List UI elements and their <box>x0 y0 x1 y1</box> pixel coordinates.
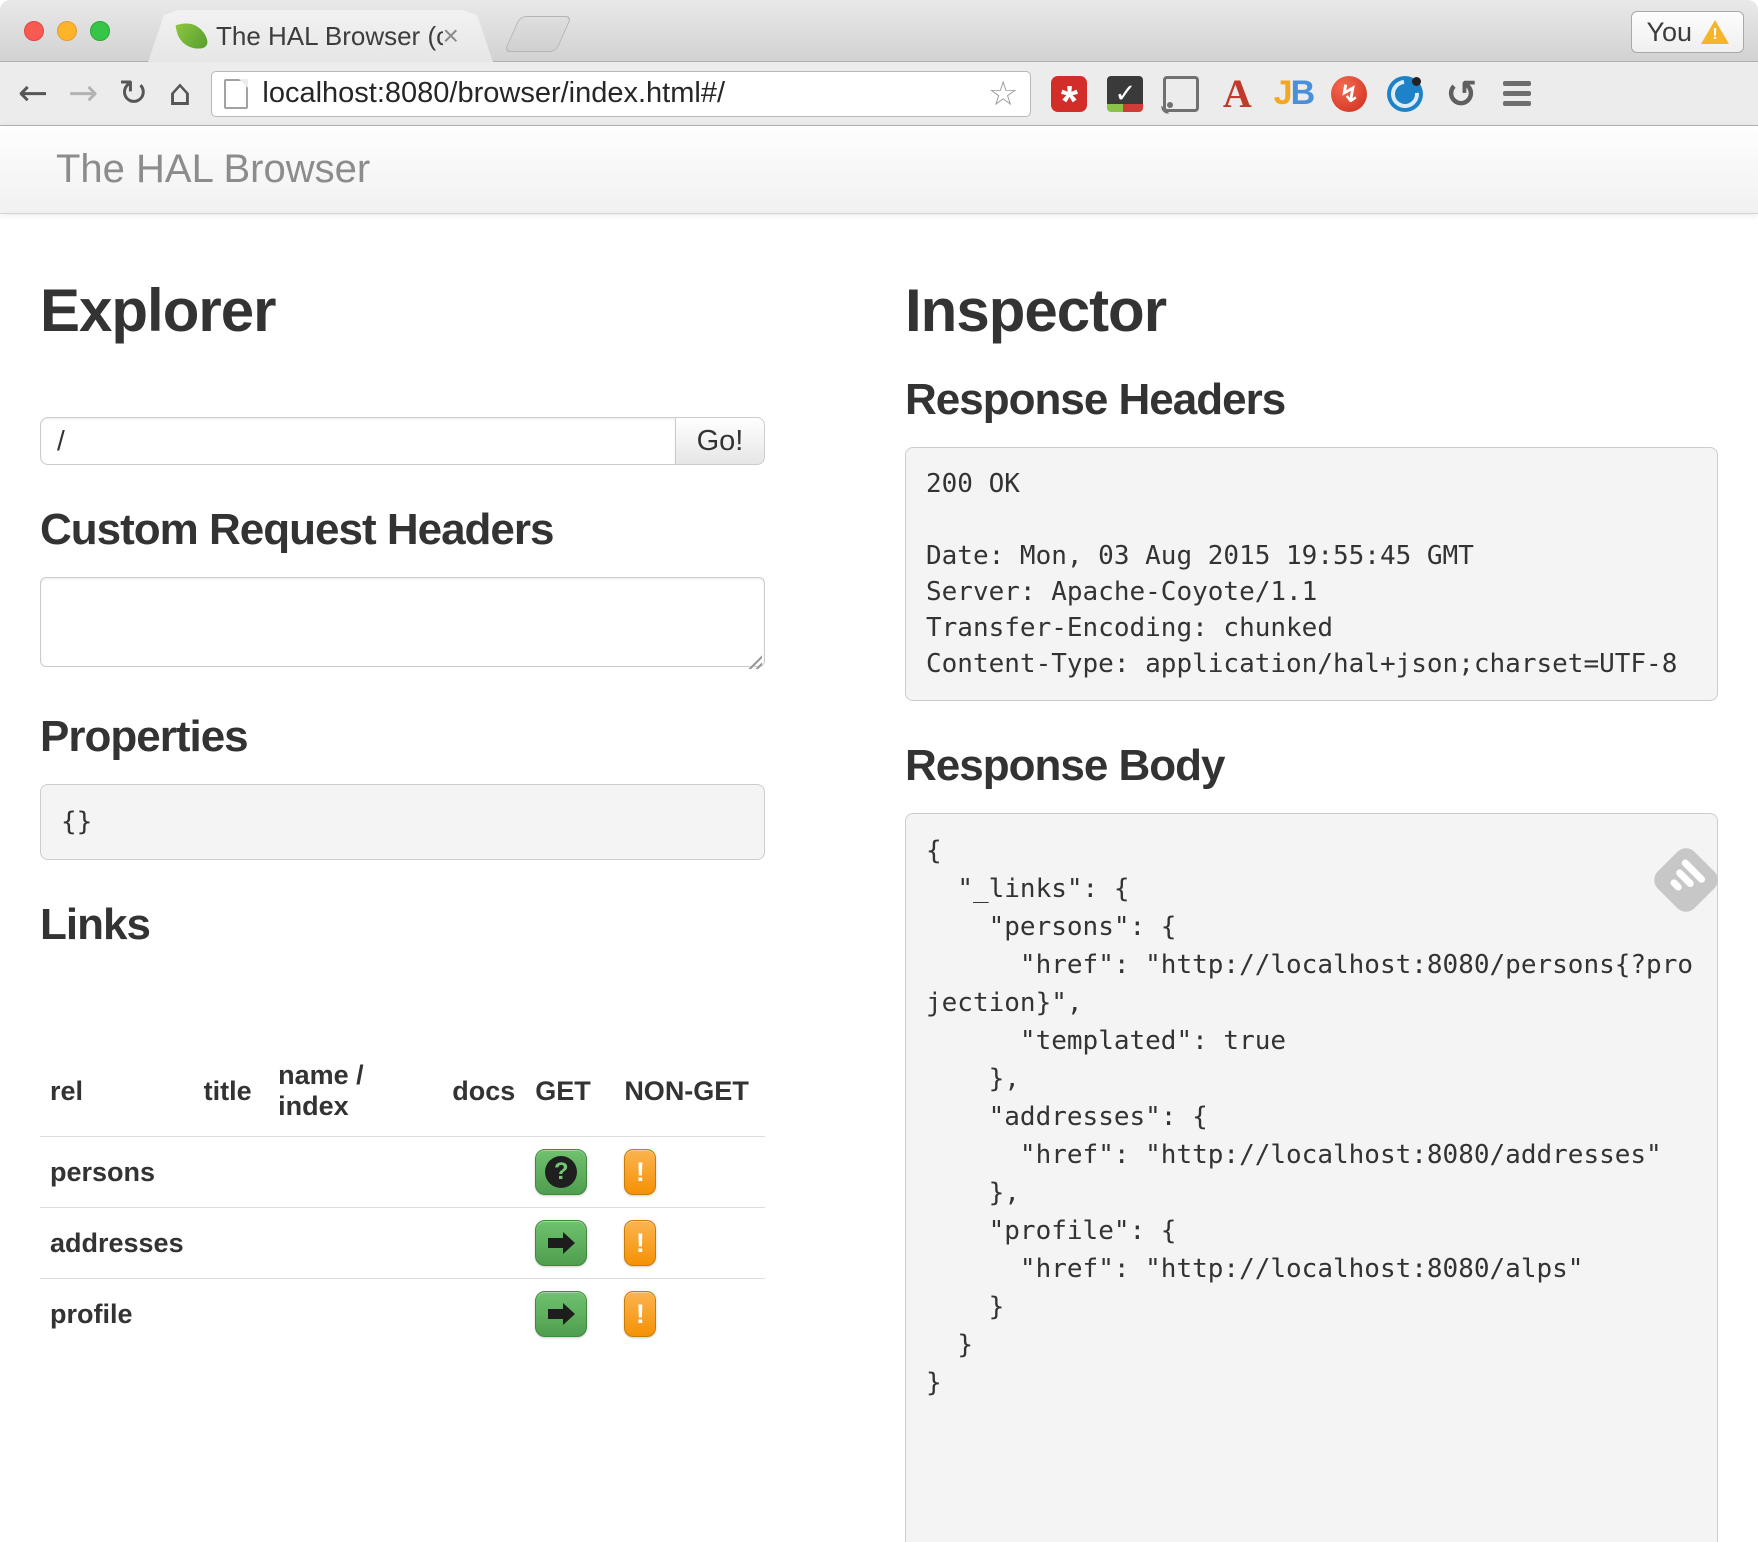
links-table: rel title name / index docs GET NON-GET … <box>40 1046 765 1349</box>
response-headers-title: Response Headers <box>905 375 1718 425</box>
letter-a-extension-icon[interactable]: A <box>1219 76 1255 112</box>
spring-leaf-favicon <box>175 19 208 52</box>
explorer-address-row: Go! <box>40 417 765 465</box>
question-circle-icon: ? <box>545 1156 577 1188</box>
non-get-button[interactable]: ! <box>624 1149 656 1195</box>
title-bar: The HAL Browser (customiz × You ! <box>0 0 1758 62</box>
explorer-address-input[interactable] <box>40 417 676 465</box>
table-row: persons ? ! <box>40 1137 765 1208</box>
table-row: addresses ! <box>40 1208 765 1279</box>
forward-icon[interactable]: → <box>68 76 98 112</box>
custom-headers-wrap <box>40 577 765 672</box>
jb-extension-icon[interactable]: JB <box>1275 76 1311 112</box>
back-icon[interactable]: ← <box>18 76 48 112</box>
response-body-box: { "_links": { "persons": { "href": "http… <box>905 813 1718 1542</box>
address-bar[interactable]: localhost:8080/browser/index.html#/ ☆ <box>211 71 1031 117</box>
properties-title: Properties <box>40 712 765 762</box>
profile-label: You <box>1646 17 1692 48</box>
inspector-title: Inspector <box>905 276 1718 345</box>
custom-headers-title: Custom Request Headers <box>40 505 765 555</box>
col-title: title <box>194 1046 269 1137</box>
chromecast-icon[interactable] <box>1163 76 1199 112</box>
red-circle-extension-icon[interactable]: ↯ <box>1331 76 1367 112</box>
window-controls <box>24 21 110 41</box>
table-row: profile ! <box>40 1279 765 1350</box>
zoom-window-button[interactable] <box>90 21 110 41</box>
page-content: The HAL Browser Explorer Go! Custom Requ… <box>0 126 1758 1542</box>
custom-headers-textarea[interactable] <box>40 577 765 667</box>
page-icon[interactable] <box>224 79 248 109</box>
inspector-column: Inspector Response Headers 200 OK Date: … <box>905 214 1718 1542</box>
lastpass-icon[interactable]: * <box>1051 76 1087 112</box>
links-header-row: rel title name / index docs GET NON-GET <box>40 1046 765 1137</box>
col-get: GET <box>525 1046 614 1137</box>
rel-cell: persons <box>40 1137 194 1208</box>
col-name-index: name / index <box>268 1046 442 1137</box>
col-docs: docs <box>442 1046 525 1137</box>
checkmark-extension-icon[interactable]: ✓ <box>1107 76 1143 112</box>
response-body-title: Response Body <box>905 741 1718 791</box>
blue-circle-extension-icon[interactable] <box>1387 76 1423 112</box>
tab-close-icon[interactable]: × <box>443 22 459 50</box>
rel-cell: addresses <box>40 1208 194 1279</box>
col-rel: rel <box>40 1046 194 1137</box>
links-title: Links <box>40 900 765 950</box>
get-follow-button[interactable] <box>535 1220 587 1266</box>
close-window-button[interactable] <box>24 21 44 41</box>
cast-dot <box>1167 102 1173 108</box>
go-button[interactable]: Go! <box>675 417 765 465</box>
profile-button[interactable]: You ! <box>1631 11 1744 53</box>
browser-window: The HAL Browser (customiz × You ! ← → ↻ … <box>0 0 1758 1542</box>
home-icon[interactable]: ⌂ <box>169 76 192 112</box>
bookmark-star-icon[interactable]: ☆ <box>988 74 1018 114</box>
session-sync-icon[interactable]: ↺ <box>1443 76 1479 112</box>
browser-tab[interactable]: The HAL Browser (customiz × <box>148 10 493 62</box>
reload-icon[interactable]: ↻ <box>118 76 148 112</box>
properties-box: {} <box>40 784 765 860</box>
col-non-get: NON-GET <box>614 1046 765 1137</box>
site-brand: The HAL Browser <box>56 147 370 192</box>
browser-toolbar: ← → ↻ ⌂ localhost:8080/browser/index.htm… <box>0 62 1758 126</box>
url-text[interactable]: localhost:8080/browser/index.html#/ <box>262 77 725 110</box>
explorer-column: Explorer Go! Custom Request Headers Prop… <box>40 214 765 1349</box>
get-templated-button[interactable]: ? <box>535 1149 587 1195</box>
site-navbar: The HAL Browser <box>0 126 1758 214</box>
arrow-right-icon <box>548 1309 563 1319</box>
rel-cell: profile <box>40 1279 194 1350</box>
non-get-button[interactable]: ! <box>624 1291 656 1337</box>
new-tab-button[interactable] <box>504 16 572 52</box>
non-get-button[interactable]: ! <box>624 1220 656 1266</box>
minimize-window-button[interactable] <box>57 21 77 41</box>
explorer-title: Explorer <box>40 276 765 345</box>
warning-icon: ! <box>1701 20 1729 44</box>
chrome-menu-icon[interactable] <box>1503 81 1531 106</box>
response-headers-box: 200 OK Date: Mon, 03 Aug 2015 19:55:45 G… <box>905 447 1718 701</box>
extension-icons: * ✓ A JB ↯ ↺ <box>1051 76 1531 112</box>
get-follow-button[interactable] <box>535 1291 587 1337</box>
tab-title: The HAL Browser (customiz <box>216 21 443 52</box>
arrow-right-icon <box>548 1238 563 1248</box>
